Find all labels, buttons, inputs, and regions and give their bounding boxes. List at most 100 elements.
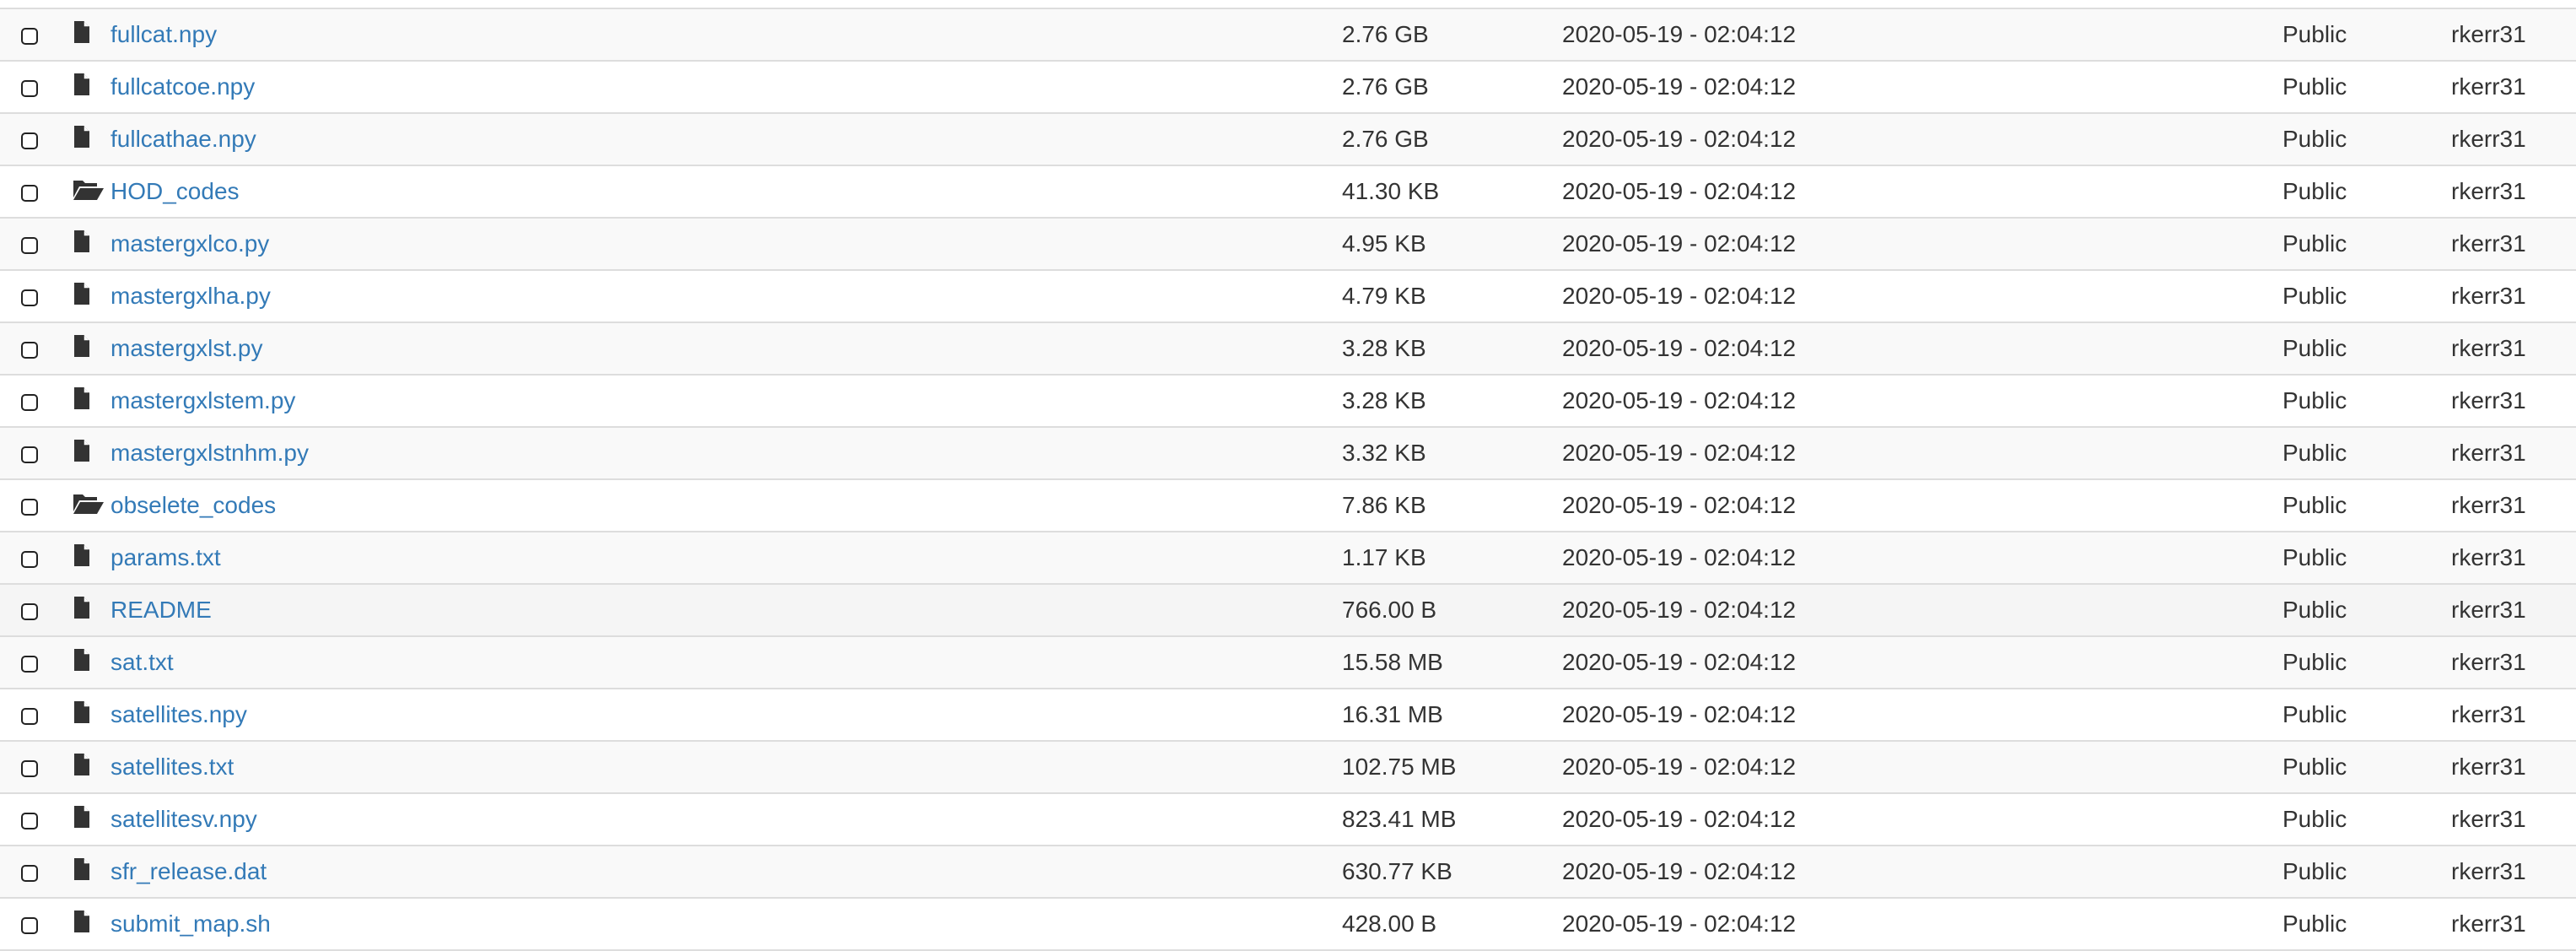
name-cell: sat.txt <box>110 637 174 688</box>
table-row[interactable]: fullcatcoe.npy 2.76 GB 2020-05-19 - 02:04:… <box>0 62 2576 114</box>
checkbox-box[interactable] <box>21 865 38 882</box>
checkbox-box[interactable] <box>21 813 38 829</box>
owner-cell: rkerr31 <box>2451 597 2526 623</box>
checkbox-box[interactable] <box>21 80 38 97</box>
name-cell: mastergxlstnhm.py <box>110 428 309 478</box>
size-cell: 630.77 KB <box>1342 858 1452 884</box>
row-checkbox[interactable] <box>18 219 43 269</box>
file-link[interactable]: mastergxlha.py <box>110 283 271 309</box>
file-link[interactable]: README <box>110 597 212 623</box>
row-checkbox[interactable] <box>18 846 43 897</box>
folder-open-icon <box>73 166 106 217</box>
file-icon <box>73 114 106 165</box>
row-checkbox[interactable] <box>18 689 43 740</box>
file-link[interactable]: fullcathae.npy <box>110 126 256 152</box>
row-checkbox[interactable] <box>18 899 43 949</box>
table-row[interactable]: mastergxlstnhm.py 3.32 KB 2020-05-19 - 02:… <box>0 428 2576 480</box>
access-cell: Public <box>2282 754 2347 780</box>
table-row[interactable]: fullcathae.npy 2.76 GB 2020-05-19 - 02:04:… <box>0 114 2576 166</box>
file-link[interactable]: mastergxlst.py <box>110 335 263 361</box>
file-link[interactable]: obselete_codes <box>110 492 276 518</box>
row-checkbox[interactable] <box>18 166 43 217</box>
table-row[interactable]: obselete_codes 7.86 KB 2020-05-19 - 02:04:… <box>0 480 2576 532</box>
access-cell: Public <box>2282 701 2347 727</box>
checkbox-box[interactable] <box>21 28 38 45</box>
modified-cell: 2020-05-19 - 02:04:12 <box>1562 649 1797 675</box>
table-row[interactable]: satellitesv.npy 823.41 MB 2020-05-19 - 02:… <box>0 794 2576 846</box>
file-link[interactable]: sfr_release.dat <box>110 858 267 884</box>
table-row[interactable]: submit_map.sh 428.00 B 2020-05-19 - 02:04:… <box>0 899 2576 951</box>
size-cell: 766.00 B <box>1342 597 1437 623</box>
checkbox-box[interactable] <box>21 289 38 306</box>
row-checkbox[interactable] <box>18 585 43 635</box>
table-row[interactable]: params.txt 1.17 KB 2020-05-19 - 02:04:12 Pu… <box>0 532 2576 585</box>
access-cell: Public <box>2282 178 2347 204</box>
table-row[interactable]: HOD_codes 41.30 KB 2020-05-19 - 02:04:12 Pu… <box>0 166 2576 219</box>
row-checkbox[interactable] <box>18 794 43 845</box>
checkbox-box[interactable] <box>21 446 38 463</box>
table-row[interactable]: mastergxlst.py 3.28 KB 2020-05-19 - 02:04:… <box>0 323 2576 376</box>
size-cell: 102.75 MB <box>1342 754 1457 780</box>
row-checkbox[interactable] <box>18 9 43 60</box>
table-row[interactable]: sat.txt 15.58 MB 2020-05-19 - 02:04:12 Publ… <box>0 637 2576 689</box>
table-row[interactable]: mastergxlha.py 4.79 KB 2020-05-19 - 02:04:… <box>0 271 2576 323</box>
row-checkbox[interactable] <box>18 742 43 792</box>
row-checkbox[interactable] <box>18 114 43 165</box>
name-cell: mastergxlstem.py <box>110 376 295 426</box>
checkbox-box[interactable] <box>21 917 38 934</box>
file-link[interactable]: submit_map.sh <box>110 910 271 937</box>
row-checkbox[interactable] <box>18 637 43 688</box>
table-row[interactable]: satellites.txt 102.75 MB 2020-05-19 - 02:0… <box>0 742 2576 794</box>
row-checkbox[interactable] <box>18 323 43 374</box>
access-cell: Public <box>2282 283 2347 309</box>
checkbox-box[interactable] <box>21 342 38 359</box>
size-cell: 1.17 KB <box>1342 544 1426 570</box>
checkbox-box[interactable] <box>21 132 38 149</box>
checkbox-box[interactable] <box>21 760 38 777</box>
row-checkbox[interactable] <box>18 62 43 112</box>
file-link[interactable]: mastergxlstem.py <box>110 387 295 413</box>
owner-cell: rkerr31 <box>2451 754 2526 780</box>
owner-cell: rkerr31 <box>2451 126 2526 152</box>
size-cell: 2.76 GB <box>1342 21 1429 47</box>
file-link[interactable]: params.txt <box>110 544 221 570</box>
table-row[interactable]: mastergxlstem.py 3.28 KB 2020-05-19 - 02:0… <box>0 376 2576 428</box>
modified-cell: 2020-05-19 - 02:04:12 <box>1562 283 1797 309</box>
name-cell: mastergxlco.py <box>110 219 269 269</box>
file-link[interactable]: HOD_codes <box>110 178 240 204</box>
access-cell: Public <box>2282 544 2347 570</box>
row-checkbox[interactable] <box>18 480 43 531</box>
file-link[interactable]: satellites.txt <box>110 754 234 780</box>
file-link[interactable]: sat.txt <box>110 649 174 675</box>
access-cell: Public <box>2282 649 2347 675</box>
checkbox-box[interactable] <box>21 551 38 568</box>
checkbox-box[interactable] <box>21 708 38 725</box>
checkbox-box[interactable] <box>21 656 38 673</box>
modified-cell: 2020-05-19 - 02:04:12 <box>1562 597 1797 623</box>
table-row[interactable]: fullcat.npy 2.76 GB 2020-05-19 - 02:04:12 P… <box>0 9 2576 62</box>
file-icon <box>73 323 106 374</box>
file-link[interactable]: mastergxlco.py <box>110 230 269 257</box>
row-checkbox[interactable] <box>18 428 43 478</box>
checkbox-box[interactable] <box>21 185 38 202</box>
checkbox-box[interactable] <box>21 394 38 411</box>
file-link[interactable]: satellitesv.npy <box>110 806 257 832</box>
row-checkbox[interactable] <box>18 532 43 583</box>
file-link[interactable]: fullcatcoe.npy <box>110 73 255 100</box>
table-row[interactable]: mastergxlco.py 4.95 KB 2020-05-19 - 02:04:… <box>0 219 2576 271</box>
owner-cell: rkerr31 <box>2451 73 2526 100</box>
row-checkbox[interactable] <box>18 376 43 426</box>
row-checkbox[interactable] <box>18 271 43 322</box>
table-row[interactable]: satellites.npy 16.31 MB 2020-05-19 - 02:04… <box>0 689 2576 742</box>
file-link[interactable]: fullcat.npy <box>110 21 217 47</box>
table-row[interactable]: sfr_release.dat 630.77 KB 2020-05-19 - 02:… <box>0 846 2576 899</box>
file-link[interactable]: satellites.npy <box>110 701 247 727</box>
file-link[interactable]: mastergxlstnhm.py <box>110 440 309 466</box>
checkbox-box[interactable] <box>21 499 38 516</box>
modified-cell: 2020-05-19 - 02:04:12 <box>1562 858 1797 884</box>
checkbox-box[interactable] <box>21 603 38 620</box>
checkbox-box[interactable] <box>21 237 38 254</box>
modified-cell: 2020-05-19 - 02:04:12 <box>1562 21 1797 47</box>
table-row[interactable]: README 766.00 B 2020-05-19 - 02:04:12 Publi… <box>0 585 2576 637</box>
file-icon <box>73 689 106 740</box>
